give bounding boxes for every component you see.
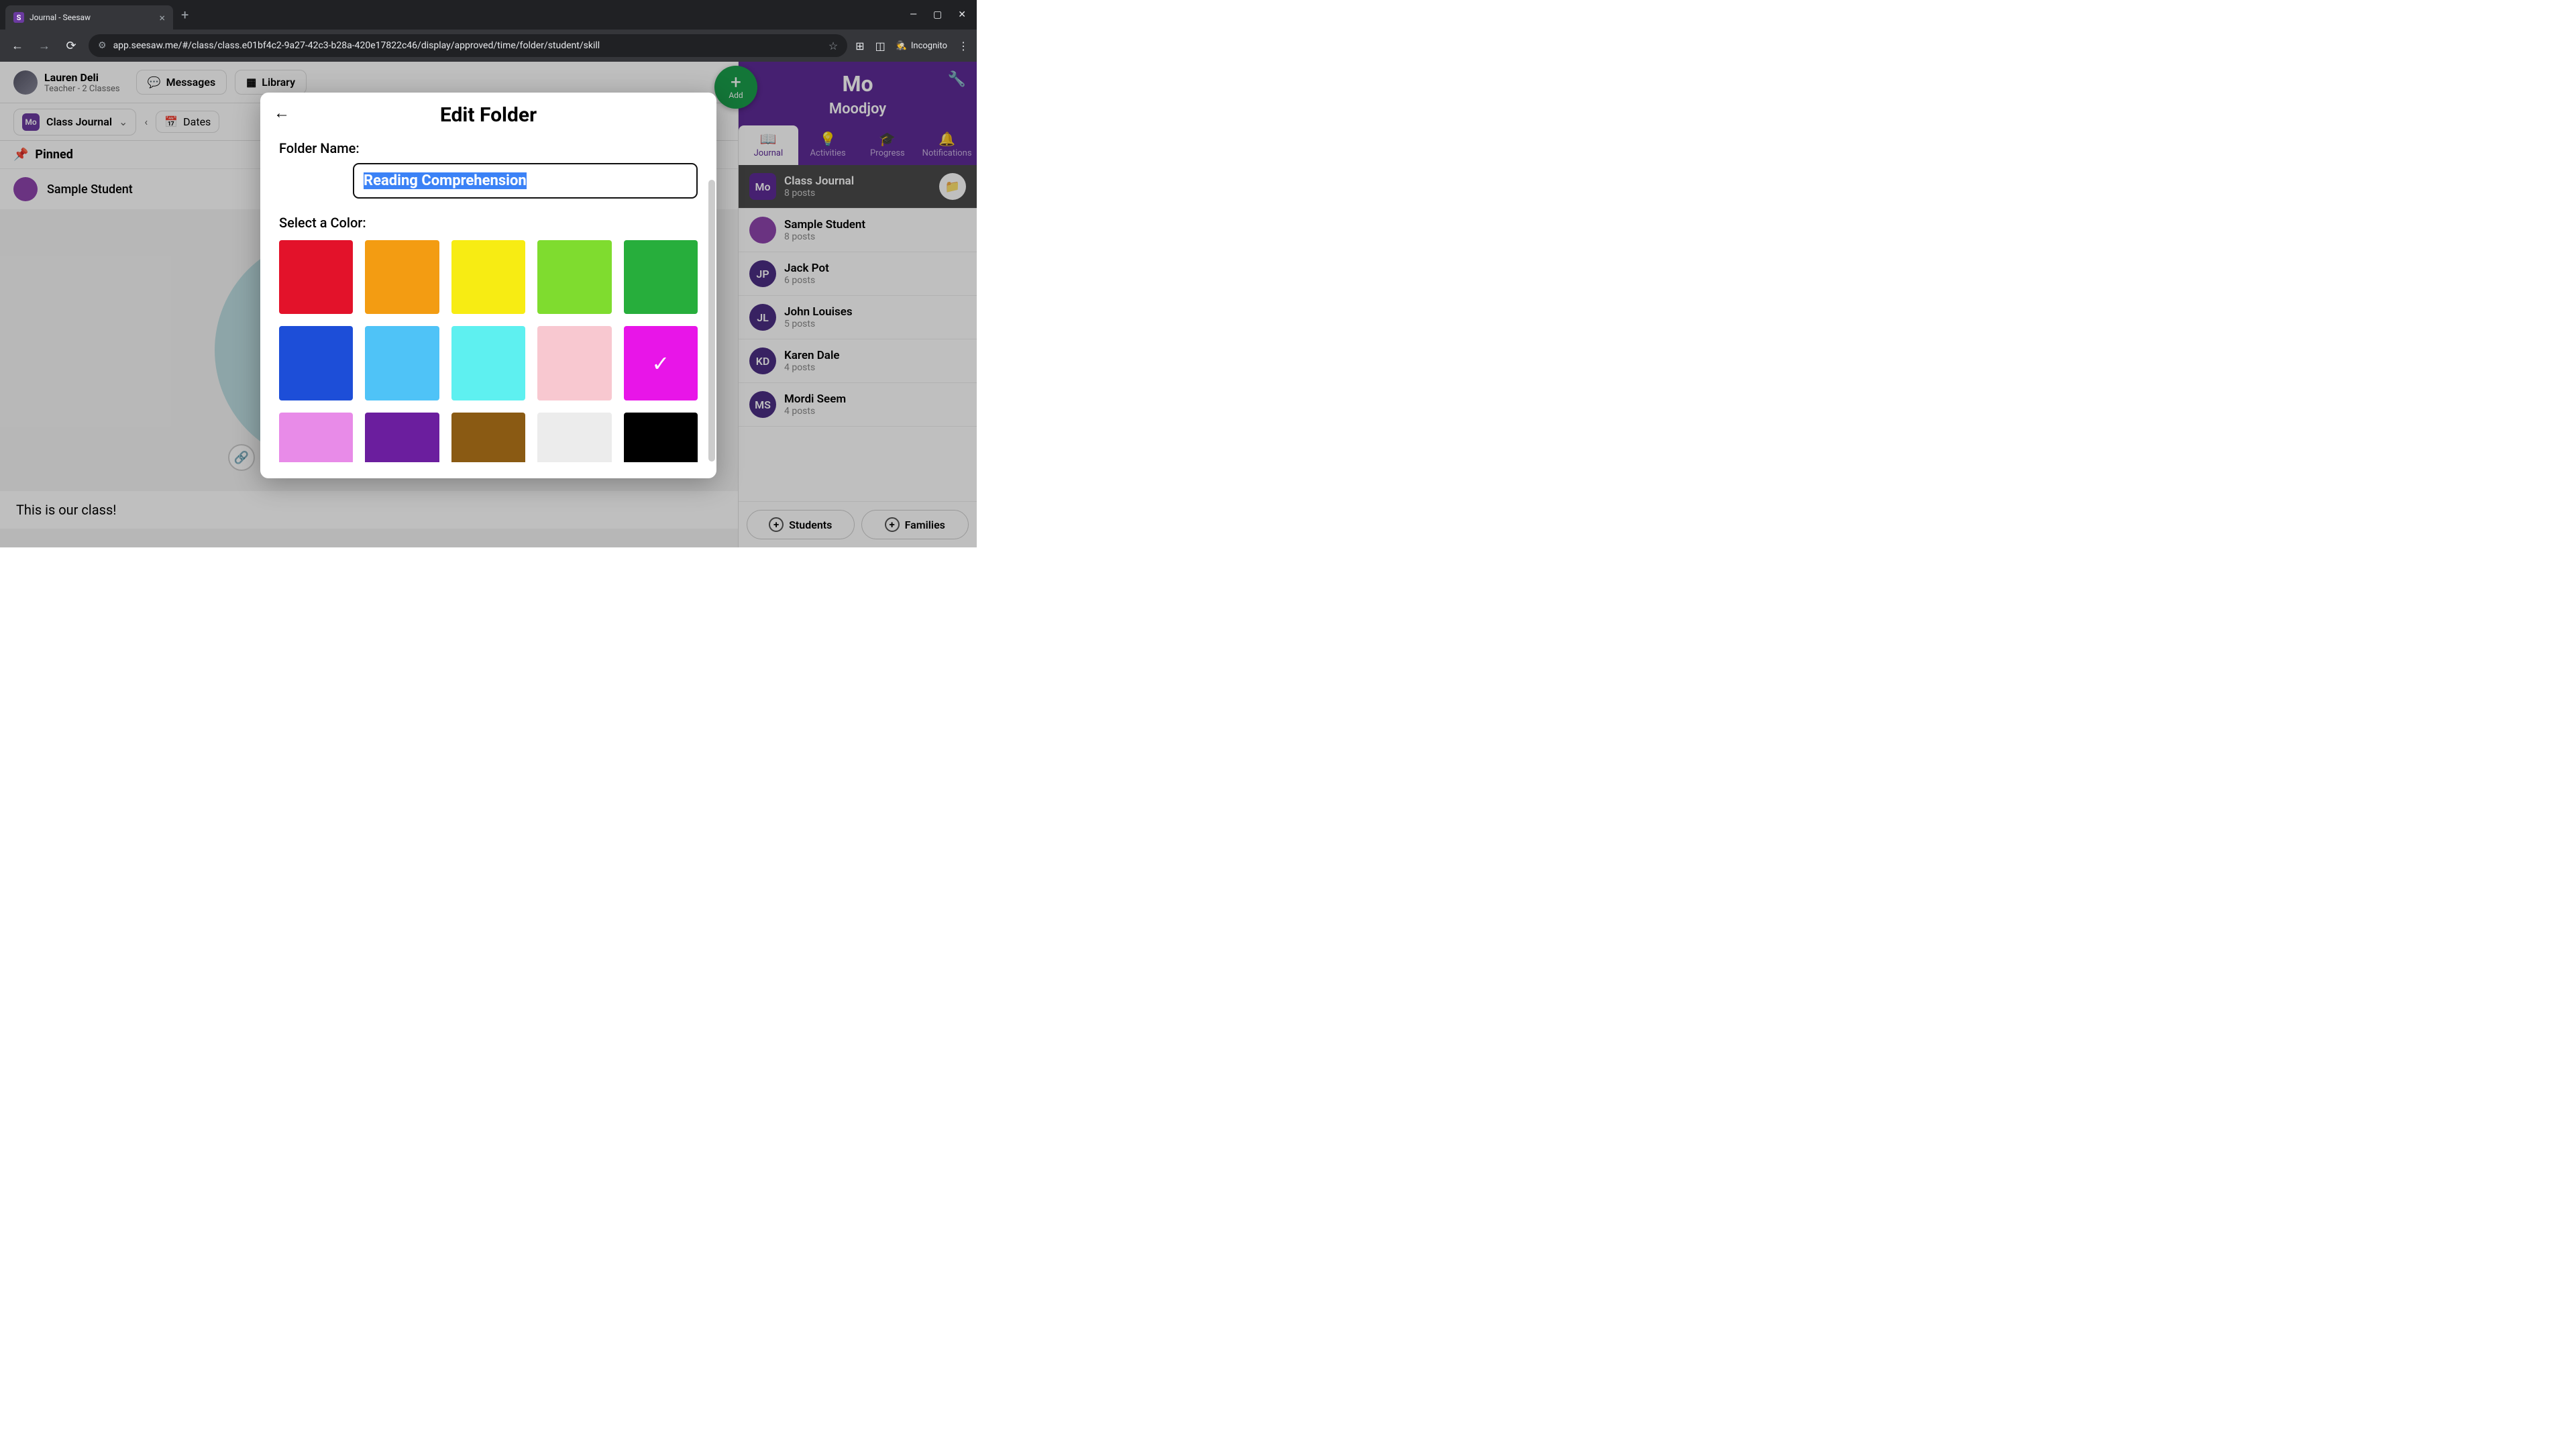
color-swatch[interactable]	[365, 240, 439, 314]
color-swatch[interactable]	[451, 413, 525, 462]
color-swatch[interactable]	[451, 240, 525, 314]
select-color-label: Select a Color:	[279, 215, 698, 231]
window-controls: — ▢ ✕	[910, 9, 977, 20]
modal-back-icon[interactable]: ←	[274, 103, 290, 123]
color-swatch[interactable]	[279, 413, 353, 462]
extensions-icon[interactable]: ⊞	[855, 40, 864, 52]
tab-close-icon[interactable]: ×	[159, 11, 165, 24]
tab-title: Journal - Seesaw	[30, 13, 154, 22]
url-bar[interactable]: ⚙ app.seesaw.me/#/class/class.e01bf4c2-9…	[89, 34, 847, 57]
incognito-badge[interactable]: 🕵 Incognito	[896, 41, 947, 51]
folder-name-input[interactable]	[353, 163, 698, 199]
color-swatch[interactable]	[279, 240, 353, 314]
color-swatch[interactable]	[624, 413, 698, 462]
modal-overlay[interactable]: ← Edit Folder Folder Name: Select a Colo…	[0, 62, 977, 547]
close-window-icon[interactable]: ✕	[958, 9, 966, 20]
forward-icon[interactable]: →	[35, 39, 54, 53]
browser-toolbar: ← → ⟳ ⚙ app.seesaw.me/#/class/class.e01b…	[0, 30, 977, 62]
side-panel-icon[interactable]: ◫	[875, 40, 885, 52]
scrollbar[interactable]	[708, 180, 715, 462]
browser-menu-icon[interactable]: ⋮	[958, 40, 969, 52]
color-swatch[interactable]: ✓	[624, 326, 698, 400]
color-swatch[interactable]	[365, 413, 439, 462]
browser-tab[interactable]: S Journal - Seesaw ×	[5, 5, 173, 30]
modal-title: Edit Folder	[260, 103, 716, 127]
browser-tab-strip: S Journal - Seesaw × + — ▢ ✕	[0, 0, 977, 30]
folder-name-label: Folder Name:	[279, 140, 698, 156]
incognito-icon: 🕵	[896, 41, 907, 51]
color-swatch[interactable]	[279, 326, 353, 400]
bookmark-icon[interactable]: ☆	[828, 40, 838, 52]
incognito-label: Incognito	[911, 41, 947, 51]
maximize-icon[interactable]: ▢	[933, 9, 942, 20]
color-swatch[interactable]	[537, 326, 611, 400]
minimize-icon[interactable]: —	[910, 9, 917, 20]
color-grid: ✓	[279, 240, 698, 462]
color-swatch[interactable]	[451, 326, 525, 400]
color-swatch[interactable]	[537, 413, 611, 462]
color-swatch[interactable]	[365, 326, 439, 400]
edit-folder-modal: ← Edit Folder Folder Name: Select a Colo…	[260, 93, 716, 478]
color-swatch[interactable]	[624, 240, 698, 314]
tab-favicon: S	[13, 12, 24, 23]
url-text: app.seesaw.me/#/class/class.e01bf4c2-9a2…	[113, 40, 822, 51]
back-icon[interactable]: ←	[8, 39, 27, 53]
new-tab-button[interactable]: +	[181, 7, 189, 23]
color-swatch[interactable]	[537, 240, 611, 314]
site-settings-icon[interactable]: ⚙	[98, 40, 107, 51]
reload-icon[interactable]: ⟳	[62, 39, 80, 53]
